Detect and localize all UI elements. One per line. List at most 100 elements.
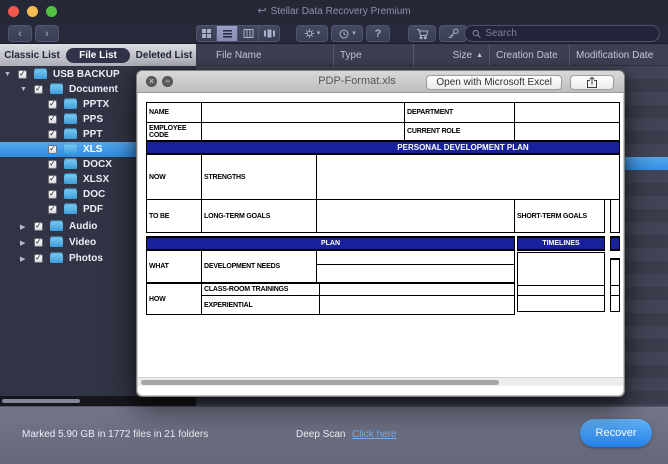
search-input[interactable] (485, 28, 652, 39)
preview-close-button[interactable]: × (146, 76, 157, 87)
caret-icon: ▾ (317, 27, 321, 41)
marked-summary-text: Marked 5.90 GB in 1772 files in 21 folde… (22, 429, 208, 440)
sheet-cell-short-term-goals: SHORT-TERM GOALS (514, 199, 605, 233)
checkbox-checked[interactable]: ✓ (34, 85, 43, 94)
help-button[interactable]: ? (366, 25, 390, 42)
toolbar: ‹ › ▾ ▾ ? (0, 22, 668, 44)
sheet-cell-blank (319, 295, 515, 315)
sheet-cell-department: DEPARTMENT (404, 102, 515, 123)
column-header-size[interactable]: Size▲ (413, 44, 489, 66)
sheet-banner-plan: PLAN (146, 236, 515, 251)
folder-icon (64, 115, 77, 124)
disclosure-closed-icon[interactable]: ▶ (20, 255, 25, 263)
checkbox-checked[interactable]: ✓ (48, 130, 57, 139)
checkbox-checked[interactable]: ✓ (48, 115, 57, 124)
sheet-cell-blank (610, 258, 620, 286)
tree-label: XLS (83, 144, 102, 155)
preview-file-title: PDP-Format.xls (287, 75, 427, 87)
checkbox-checked[interactable]: ✓ (34, 222, 43, 231)
preview-hscrollbar-thumb[interactable] (141, 380, 499, 385)
tree-label: Photos (69, 253, 103, 264)
list-view-button[interactable] (217, 25, 238, 42)
tree-label: Audio (69, 221, 97, 232)
nav-forward-button[interactable]: › (35, 25, 59, 42)
status-bar: Marked 5.90 GB in 1772 files in 21 folde… (0, 406, 668, 464)
column-header-file-name[interactable]: File Name (196, 44, 333, 66)
grid-icon (201, 28, 212, 39)
sheet-cell-blank (316, 154, 620, 200)
share-button[interactable] (570, 75, 614, 90)
tree-label: USB BACKUP (53, 69, 120, 80)
checkbox-checked[interactable]: ✓ (48, 175, 57, 184)
sheet-cell-how: HOW (146, 282, 202, 315)
gear-icon (304, 28, 315, 39)
coverflow-view-button[interactable] (259, 25, 280, 42)
disclosure-open-icon[interactable]: ▼ (4, 71, 11, 78)
disclosure-open-icon[interactable]: ▼ (20, 86, 27, 93)
column-header-type[interactable]: Type (333, 44, 413, 66)
column-header-creation-date[interactable]: Creation Date (489, 44, 569, 66)
list-tabbar: Classic List File List Deleted List (0, 44, 196, 66)
sheet-cell-what: WHAT (146, 250, 202, 283)
tab-classic-list[interactable]: Classic List (0, 50, 64, 61)
recover-button[interactable]: Recover (580, 419, 652, 447)
preview-titlebar: × − PDP-Format.xls Open with Microsoft E… (137, 71, 624, 93)
folder-icon (50, 238, 63, 247)
columns-icon (243, 28, 254, 39)
sheet-cell-blank (319, 282, 515, 296)
sidebar-hscrollbar-thumb[interactable] (2, 399, 80, 403)
history-icon (338, 28, 350, 40)
sidebar-hscrollbar[interactable] (0, 396, 196, 406)
caret-icon: ▾ (352, 27, 356, 41)
list-icon (222, 28, 233, 39)
sheet-cell-classroom-trainings: CLASS-ROOM TRAININGS (201, 282, 320, 296)
column-header-modification-date[interactable]: Modification Date (569, 44, 668, 66)
folder-icon (64, 145, 77, 154)
checkbox-checked[interactable]: ✓ (48, 145, 57, 154)
settings-dropdown-button[interactable]: ▾ (296, 25, 328, 42)
sheet-cell-blank (610, 295, 620, 312)
tree-label: PDF (83, 204, 103, 215)
folder-icon (64, 175, 77, 184)
column-view-button[interactable] (238, 25, 259, 42)
key-icon (447, 28, 460, 40)
tree-label: XLSX (83, 174, 109, 185)
deep-scan-label: Deep Scan (296, 429, 345, 440)
buy-button[interactable] (408, 25, 436, 42)
tab-deleted-list[interactable]: Deleted List (132, 50, 196, 61)
checkbox-checked[interactable]: ✓ (48, 100, 57, 109)
sheet-cell-blank (316, 250, 515, 265)
icon-view-button[interactable] (196, 25, 217, 42)
sheet-cell-name: NAME (146, 102, 202, 123)
app-title: ↩Stellar Data Recovery Premium (0, 4, 668, 17)
preview-window: × − PDP-Format.xls Open with Microsoft E… (136, 70, 625, 397)
nav-back-button[interactable]: ‹ (8, 25, 32, 42)
deep-scan-link[interactable]: Click here (352, 429, 396, 440)
tree-label: DOCX (83, 159, 112, 170)
sheet-cell-employee-code: EMPLOYEE CODE (146, 122, 202, 141)
disclosure-closed-icon[interactable]: ▶ (20, 239, 25, 247)
checkbox-checked[interactable]: ✓ (34, 238, 43, 247)
tree-label: Document (69, 84, 118, 95)
sheet-cell-blank (514, 102, 620, 123)
back-arrow-icon: ↩ (257, 5, 266, 17)
preview-hscrollbar[interactable] (138, 377, 623, 386)
open-with-excel-button[interactable]: Open with Microsoft Excel (426, 75, 562, 90)
resume-recovery-dropdown-button[interactable]: ▾ (331, 25, 363, 42)
checkbox-checked[interactable]: ✓ (34, 254, 43, 263)
checkbox-checked[interactable]: ✓ (48, 190, 57, 199)
sheet-banner-timelines: TIMELINES (517, 236, 605, 251)
sort-ascending-icon: ▲ (476, 52, 483, 59)
activation-button[interactable] (439, 25, 467, 42)
search-field[interactable] (464, 25, 660, 42)
tree-label: PPS (83, 114, 103, 125)
checkbox-checked[interactable]: ✓ (48, 160, 57, 169)
sheet-cell-now: NOW (146, 154, 202, 200)
folder-icon (34, 70, 47, 79)
checkbox-checked[interactable]: ✓ (48, 205, 57, 214)
tab-file-list[interactable]: File List (66, 48, 130, 63)
preview-minimize-button[interactable]: − (162, 76, 173, 87)
disclosure-closed-icon[interactable]: ▶ (20, 223, 25, 231)
sheet-cell-blank (201, 122, 405, 141)
checkbox-checked[interactable]: ✓ (18, 70, 27, 79)
